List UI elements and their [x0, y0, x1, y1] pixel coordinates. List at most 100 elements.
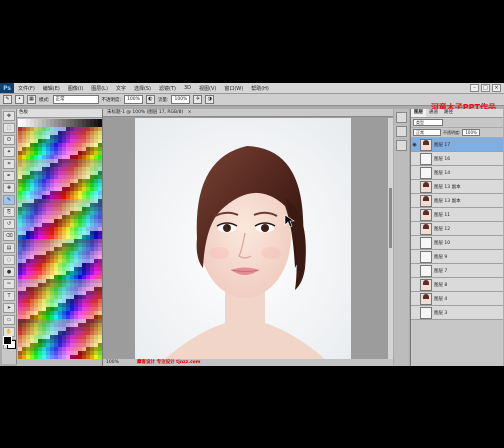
layer-filter-row: 类型: [411, 118, 503, 128]
menu-item[interactable]: 帮助(H): [247, 85, 273, 92]
brush-panel-icon[interactable]: ▦: [27, 95, 36, 104]
menu-item[interactable]: 窗口(W): [220, 85, 247, 92]
layer-blend-mode[interactable]: 正常: [413, 129, 441, 136]
color-swatches-fg-bg[interactable]: [3, 336, 16, 349]
eraser-tool-icon[interactable]: ⌫: [3, 231, 15, 241]
menu-item[interactable]: 滤镜(T): [155, 85, 180, 92]
menu-item[interactable]: 视图(V): [195, 85, 220, 92]
layers-panel: 图层 通道 路径 类型 正常 不透明度: 100% ◉ 图层 17 图层 16 图层 …: [410, 109, 503, 366]
clone-tool-icon[interactable]: ⎘: [3, 207, 15, 217]
toolbox: ✥⬚ʘ✦⌗✒✚✎⎘↺⌫▤◌●✑T➤▭✋⌕: [2, 109, 17, 364]
layer-row[interactable]: 图层 4: [411, 292, 503, 306]
flow-field[interactable]: 100%: [171, 95, 191, 104]
menu-item[interactable]: 选择(S): [130, 85, 155, 92]
layer-row[interactable]: 图层 13 副本: [411, 194, 503, 208]
layer-name: 图层 4: [434, 296, 448, 302]
mode-select[interactable]: 正常: [52, 95, 99, 104]
pressure-size-icon[interactable]: ◑: [205, 95, 215, 104]
menu-item[interactable]: 图层(L): [87, 85, 112, 92]
brush-size-icon[interactable]: •: [15, 95, 24, 104]
brush-panel-icon[interactable]: [396, 140, 407, 151]
layer-row[interactable]: 图层 7: [411, 264, 503, 278]
layer-row[interactable]: 图层 13 副本: [411, 180, 503, 194]
type-tool-icon[interactable]: T: [3, 291, 15, 301]
marquee-tool-icon[interactable]: ⬚: [3, 123, 15, 133]
path-select-tool-icon[interactable]: ➤: [3, 303, 15, 313]
layer-row[interactable]: 图层 8: [411, 278, 503, 292]
opacity-field[interactable]: 100%: [124, 95, 143, 104]
quick-select-tool-icon[interactable]: ✦: [3, 147, 15, 157]
flow-label: 流量:: [157, 97, 169, 103]
menu-item[interactable]: 编辑(E): [39, 85, 64, 92]
properties-panel-icon[interactable]: [396, 126, 407, 137]
history-brush-tool-icon[interactable]: ↺: [3, 219, 15, 229]
layer-thumbnail: [420, 194, 432, 207]
brush-tool-icon[interactable]: ✎: [3, 195, 15, 205]
pressure-opacity-icon[interactable]: ◐: [145, 95, 155, 104]
layer-row[interactable]: 图层 16: [411, 152, 503, 166]
layer-thumbnail: [420, 250, 432, 263]
layer-thumbnail: [420, 180, 432, 193]
close-window-button[interactable]: ×: [492, 84, 501, 92]
gradient-tool-icon[interactable]: ▤: [3, 243, 15, 253]
mode-label: 模式:: [39, 97, 50, 103]
options-bar: ✎ • ▦ 模式: 正常 不透明度: 100% ◐ 流量: 100% ✈ ◑ 河…: [0, 94, 504, 112]
layer-name: 图层 13 副本: [434, 184, 461, 190]
tab-channels[interactable]: 通道: [426, 109, 441, 117]
layer-row[interactable]: 图层 11: [411, 208, 503, 222]
layers-panel-tabs: 图层 通道 路径: [411, 109, 503, 118]
visibility-eye-icon[interactable]: ◉: [411, 142, 418, 148]
menu-item[interactable]: 图像(I): [64, 85, 87, 92]
foreground-color[interactable]: [3, 336, 12, 345]
menu-item[interactable]: 文字: [112, 85, 130, 92]
document-tab[interactable]: 未标题-1 @ 100% (图层 17, RGB/8) ×: [103, 109, 393, 117]
layer-opacity-field[interactable]: 100%: [462, 129, 480, 136]
shape-tool-icon[interactable]: ▭: [3, 315, 15, 325]
move-tool-icon[interactable]: ✥: [3, 111, 15, 121]
layer-row[interactable]: 图层 12: [411, 222, 503, 236]
eyedropper-tool-icon[interactable]: ✒: [3, 171, 15, 181]
app-logo: Ps: [0, 83, 14, 93]
layer-name: 图层 8: [434, 282, 448, 288]
swatches-tab[interactable]: 色板: [17, 109, 102, 118]
image-canvas[interactable]: [135, 118, 351, 359]
healing-tool-icon[interactable]: ✚: [3, 183, 15, 193]
menu-item[interactable]: 文件(F): [14, 85, 39, 92]
tab-paths[interactable]: 路径: [441, 109, 456, 117]
minimize-button[interactable]: –: [470, 84, 479, 92]
brush-tool-preset-icon[interactable]: ✎: [3, 95, 12, 104]
swatch-chip[interactable]: [98, 355, 102, 359]
swatches-panel: 色板: [17, 109, 103, 366]
blur-tool-icon[interactable]: ◌: [3, 255, 15, 265]
pen-tool-icon[interactable]: ✑: [3, 279, 15, 289]
menu-item[interactable]: 3D: [180, 85, 195, 92]
layer-name: 图层 7: [434, 268, 448, 274]
layer-name: 图层 12: [434, 226, 451, 232]
layer-name: 图层 14: [434, 170, 451, 176]
airbrush-icon[interactable]: ✈: [193, 95, 203, 104]
zoom-readout: 100%: [106, 360, 119, 365]
layer-row[interactable]: 图层 10: [411, 236, 503, 250]
layer-kind-filter[interactable]: 类型: [413, 119, 443, 126]
layer-row[interactable]: ◉ 图层 17: [411, 138, 503, 152]
layer-name: 图层 16: [434, 156, 451, 162]
panel-dock: [394, 109, 409, 366]
vertical-scrollbar[interactable]: [388, 118, 393, 359]
layer-thumbnail: [420, 138, 432, 151]
scroll-thumb[interactable]: [389, 188, 392, 248]
layer-name: 图层 9: [434, 254, 448, 260]
layer-thumbnail: [420, 152, 432, 165]
layer-thumbnail: [420, 208, 432, 221]
menu-bar: Ps 文件(F) 编辑(E) 图像(I) 图层(L) 文字 选择(S) 滤镜(T) 3D 视图(…: [0, 83, 504, 94]
dodge-tool-icon[interactable]: ●: [3, 267, 15, 277]
history-panel-icon[interactable]: [396, 112, 407, 123]
lasso-tool-icon[interactable]: ʘ: [3, 135, 15, 145]
layer-thumbnail: [420, 222, 432, 235]
layer-row[interactable]: 图层 9: [411, 250, 503, 264]
crop-tool-icon[interactable]: ⌗: [3, 159, 15, 169]
close-document-icon[interactable]: ×: [188, 109, 192, 117]
layer-row[interactable]: 图层 14: [411, 166, 503, 180]
layer-row[interactable]: 图层 3: [411, 306, 503, 320]
tab-layers[interactable]: 图层: [411, 109, 426, 117]
maximize-button[interactable]: □: [481, 84, 490, 92]
